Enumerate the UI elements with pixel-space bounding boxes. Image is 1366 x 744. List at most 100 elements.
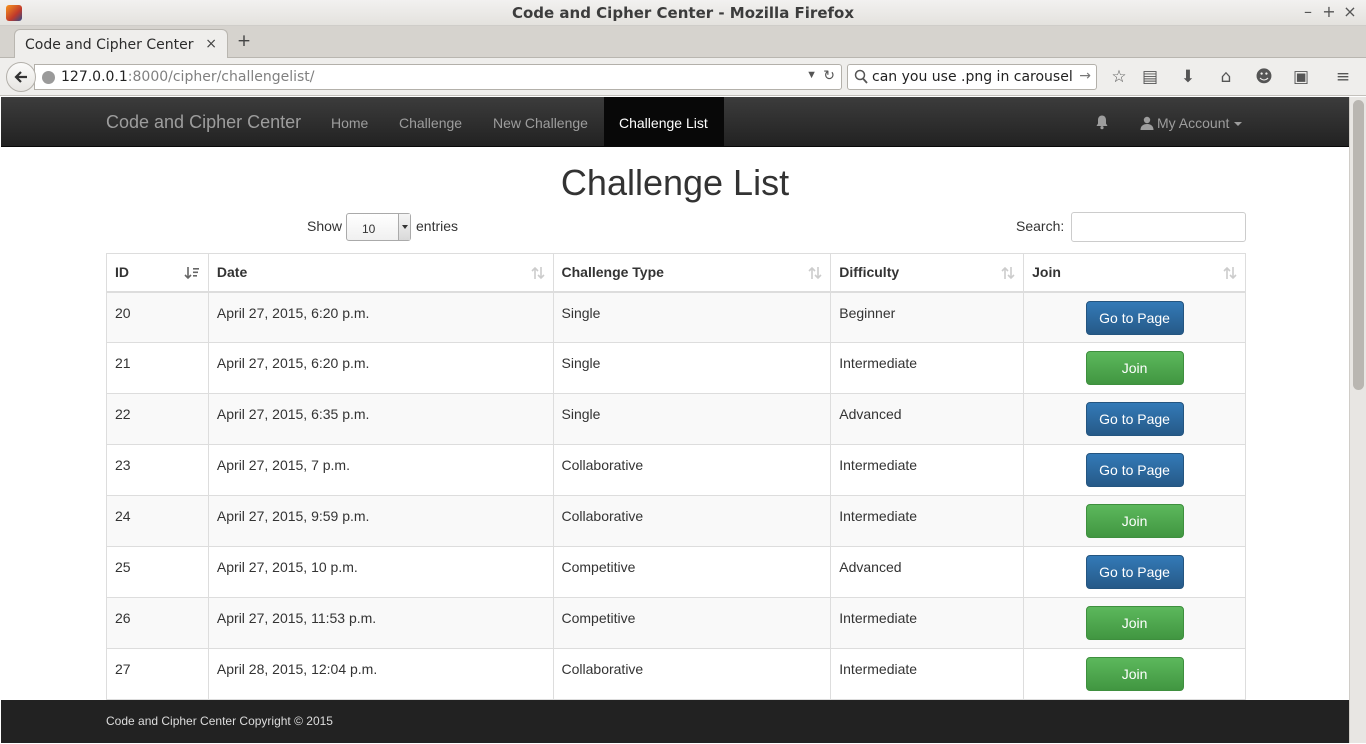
cell-join: Join	[1023, 648, 1246, 700]
minimize-icon[interactable]: –	[1298, 2, 1318, 22]
search-icon	[854, 69, 868, 84]
cell-challenge-type: Competitive	[552, 546, 832, 598]
sort-both-icon	[1001, 266, 1015, 280]
page-viewport: Code and Cipher Center Home Challenge Ne…	[1, 97, 1349, 743]
cell-join: Go to Page	[1023, 393, 1246, 445]
tab-close-icon[interactable]: ×	[205, 36, 217, 52]
cell-join: Join	[1023, 597, 1246, 649]
cell-date: April 27, 2015, 7 p.m.	[207, 444, 554, 496]
cell-date: April 27, 2015, 10 p.m.	[207, 546, 554, 598]
table-header-row: ID Date Challenge Type Difficulty Join	[106, 253, 1246, 293]
cell-challenge-type: Collaborative	[552, 495, 832, 547]
nav-new-challenge[interactable]: New Challenge	[493, 115, 588, 131]
site-identity-icon[interactable]	[42, 71, 55, 84]
sort-both-icon	[530, 266, 545, 280]
join-button[interactable]: Join	[1085, 504, 1184, 538]
go-to-page-button[interactable]: Go to Page	[1085, 453, 1184, 487]
search-bar[interactable]: can you use .png in carousel →	[847, 64, 1097, 90]
nav-challenge[interactable]: Challenge	[399, 115, 462, 131]
join-button[interactable]: Join	[1085, 606, 1184, 640]
notification-bell-icon[interactable]	[1095, 114, 1109, 130]
entries-label: entries	[416, 218, 459, 234]
page-footer: Code and Cipher Center Copyright © 2015	[1, 700, 1349, 743]
tab-strip: Code and Cipher Center ×	[0, 26, 1366, 59]
chat-icon[interactable]: ☻	[1253, 66, 1275, 88]
table-row: 26 April 27, 2015, 11:53 p.m. Competitive I…	[106, 597, 1246, 649]
column-header-date[interactable]: Date	[207, 253, 554, 293]
downloads-icon[interactable]: ⬇	[1177, 66, 1199, 88]
search-go-icon[interactable]: →	[1079, 68, 1091, 84]
screenshot-icon[interactable]: ▣	[1290, 66, 1312, 88]
cell-id: 20	[106, 291, 209, 343]
url-bar[interactable]: 127.0.0.1:8000/cipher/challengelist/ ▼ ↻	[34, 64, 842, 90]
reload-icon[interactable]: ↻	[823, 68, 835, 84]
cell-date: April 27, 2015, 6:35 p.m.	[207, 393, 554, 445]
nav-home[interactable]: Home	[331, 115, 368, 131]
join-button[interactable]: Join	[1085, 657, 1184, 691]
join-button[interactable]: Join	[1085, 351, 1184, 385]
browser-tab[interactable]: Code and Cipher Center ×	[14, 29, 228, 59]
cell-join: Go to Page	[1023, 444, 1246, 496]
entries-value: 10	[362, 222, 376, 236]
my-account-dropdown[interactable]: My Account	[1140, 115, 1243, 131]
cell-date: April 27, 2015, 11:53 p.m.	[207, 597, 554, 649]
column-header-id[interactable]: ID	[106, 253, 209, 293]
show-label: Show	[307, 218, 343, 234]
go-to-page-button[interactable]: Go to Page	[1085, 300, 1184, 335]
cell-date: April 28, 2015, 12:04 p.m.	[207, 648, 554, 700]
select-arrow-icon	[398, 214, 410, 240]
close-window-icon[interactable]: ×	[1340, 2, 1360, 22]
search-query: can you use .png in carousel	[872, 69, 1073, 85]
column-label: ID	[115, 264, 129, 281]
cell-id: 27	[106, 648, 209, 700]
url-history-dropdown-icon[interactable]: ▼	[806, 69, 817, 81]
cell-difficulty: Intermediate	[830, 648, 1025, 700]
nav-challenge-list[interactable]: Challenge List	[604, 97, 724, 147]
reading-list-icon[interactable]: ▤	[1139, 66, 1161, 88]
url-text[interactable]: 127.0.0.1:8000/cipher/challengelist/	[61, 69, 315, 85]
cell-id: 24	[106, 495, 209, 547]
entries-select[interactable]: 10	[346, 213, 411, 241]
search-label: Search:	[1016, 218, 1065, 234]
cell-id: 25	[106, 546, 209, 598]
url-host: 127.0.0.1	[61, 69, 128, 85]
cell-difficulty: Intermediate	[830, 342, 1025, 394]
table-row: 27 April 28, 2015, 12:04 p.m. Collaborativ…	[106, 648, 1246, 700]
back-button[interactable]	[6, 62, 36, 92]
column-header-join[interactable]: Join	[1023, 253, 1246, 293]
new-tab-icon[interactable]: +	[234, 31, 254, 51]
menu-icon[interactable]: ≡	[1332, 66, 1354, 88]
cell-difficulty: Intermediate	[830, 444, 1025, 496]
sort-ascending-icon	[184, 267, 199, 280]
column-header-challenge-type[interactable]: Challenge Type	[552, 253, 832, 293]
sort-both-icon	[1223, 266, 1237, 280]
cell-difficulty: Beginner	[830, 291, 1025, 343]
bookmark-star-icon[interactable]: ☆	[1108, 66, 1130, 88]
cell-join: Go to Page	[1023, 546, 1246, 598]
column-header-difficulty[interactable]: Difficulty	[830, 253, 1025, 293]
page-scrollbar[interactable]	[1349, 97, 1366, 743]
column-label: Challenge Type	[561, 264, 664, 281]
go-to-page-button[interactable]: Go to Page	[1085, 402, 1184, 436]
scrollbar-thumb[interactable]	[1353, 100, 1364, 390]
cell-difficulty: Advanced	[830, 546, 1025, 598]
cell-id: 23	[106, 444, 209, 496]
maximize-icon[interactable]: +	[1319, 2, 1339, 22]
table-row: 24 April 27, 2015, 9:59 p.m. Collaborative…	[106, 495, 1246, 547]
site-navbar: Code and Cipher Center Home Challenge Ne…	[1, 97, 1349, 147]
cell-id: 26	[106, 597, 209, 649]
challenge-table: ID Date Challenge Type Difficulty Join 2…	[106, 253, 1246, 700]
cell-date: April 27, 2015, 6:20 p.m.	[207, 342, 554, 394]
account-label: My Account	[1157, 115, 1230, 131]
table-row: 23 April 27, 2015, 7 p.m. Collaborative Int…	[106, 444, 1246, 496]
back-arrow-icon	[14, 71, 27, 83]
site-brand[interactable]: Code and Cipher Center	[106, 112, 301, 133]
tab-title: Code and Cipher Center	[25, 37, 194, 53]
cell-join: Join	[1023, 342, 1246, 394]
column-label: Date	[216, 264, 248, 281]
column-label: Difficulty	[839, 264, 900, 281]
go-to-page-button[interactable]: Go to Page	[1085, 555, 1184, 589]
cell-join: Go to Page	[1023, 291, 1246, 343]
table-search-input[interactable]	[1071, 212, 1246, 242]
home-icon[interactable]: ⌂	[1215, 66, 1237, 88]
